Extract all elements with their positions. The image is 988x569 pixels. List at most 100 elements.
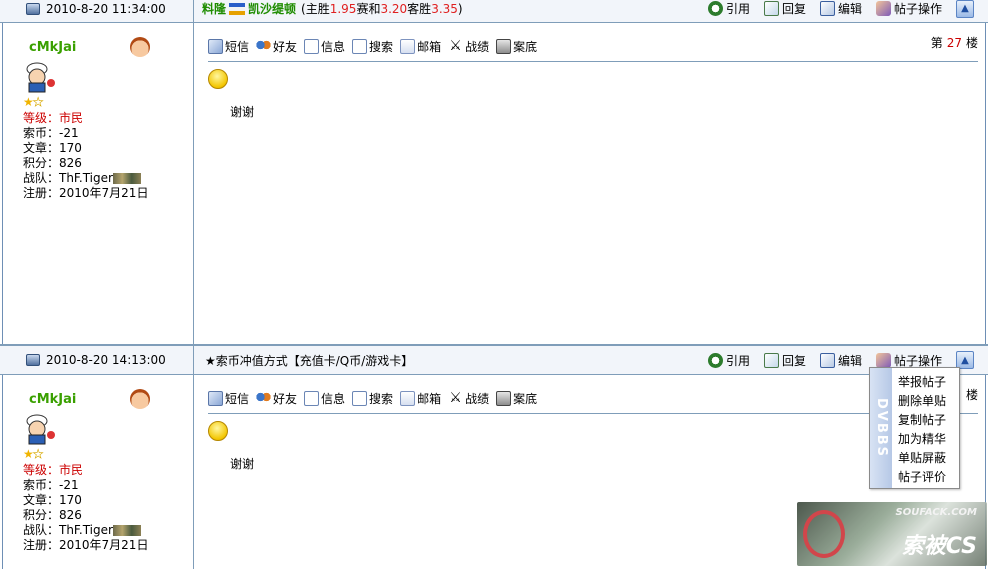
team-label: 战队：ThF.Tiger xyxy=(23,171,113,185)
sms-icon xyxy=(208,391,223,406)
menu-item[interactable]: 举报帖子 xyxy=(898,373,946,392)
level-label: 等级： xyxy=(23,463,60,477)
scroll-top-button[interactable]: ▲ xyxy=(956,0,974,18)
gender-face-icon xyxy=(130,37,150,57)
floor-num: 27 xyxy=(946,35,962,50)
score-label: 战绩 xyxy=(465,392,490,406)
post-body: cMkJai ★★ 等级：市民 索币：-21 文章：170 积分：826 战队：… xyxy=(0,23,988,345)
odd-home: 1.95 xyxy=(329,1,357,16)
post-message: 谢谢 xyxy=(230,457,255,471)
edit-icon xyxy=(819,352,835,368)
info-label: 信息 xyxy=(321,40,346,54)
post-time: 2010-8-20 11:34:00 xyxy=(46,1,166,16)
username[interactable]: cMkJai xyxy=(29,392,193,407)
sms-icon xyxy=(208,39,223,54)
user-team: 战队：ThF.Tiger xyxy=(23,171,193,186)
reply-button[interactable]: 回复 xyxy=(763,352,806,369)
team-badge xyxy=(112,173,141,184)
floor-suffix: 楼 xyxy=(965,388,978,402)
flag-icon xyxy=(229,2,246,15)
search-button[interactable]: 搜索 xyxy=(352,38,393,55)
level-label: 等级： xyxy=(23,111,60,125)
post-ops-button[interactable]: 帖子操作 xyxy=(875,0,942,17)
menu-item[interactable]: 帖子评价 xyxy=(898,468,946,487)
smiley-icon xyxy=(208,421,228,441)
sms-label: 短信 xyxy=(225,40,250,54)
menu-item[interactable]: 加为精华 xyxy=(898,430,946,449)
score-label: 战绩 xyxy=(465,40,490,54)
soldier-icon: ⚔ xyxy=(449,390,462,406)
edit-label: 编辑 xyxy=(837,353,862,368)
post-ops-label: 帖子操作 xyxy=(893,2,942,16)
case-button[interactable]: 案底 xyxy=(496,38,537,55)
edit-button[interactable]: 编辑 xyxy=(819,0,862,17)
computer-icon xyxy=(26,2,40,15)
quote-button[interactable]: 引用 xyxy=(707,352,750,369)
post-ops-icon xyxy=(875,352,891,368)
title-text-c: 客胜 xyxy=(407,2,432,16)
post-time-cell: 2010-8-20 14:13:00 xyxy=(0,346,194,374)
sms-label: 短信 xyxy=(225,392,250,406)
username[interactable]: cMkJai xyxy=(29,40,193,55)
sms-button[interactable]: 短信 xyxy=(208,38,249,55)
menu-item[interactable]: 复制帖子 xyxy=(898,411,946,430)
title-prefix: 料隆 xyxy=(202,2,227,16)
reply-label: 回复 xyxy=(781,353,806,368)
logo-brand: 索被CS xyxy=(901,534,977,559)
floor-prefix: 第 xyxy=(930,36,943,50)
search-button[interactable]: 搜索 xyxy=(352,390,393,407)
case-label: 案底 xyxy=(513,392,538,406)
friend-button[interactable]: 好友 xyxy=(256,38,297,55)
title-text-b: 赛和 xyxy=(356,2,381,16)
avatar xyxy=(23,413,57,445)
computer-icon xyxy=(26,354,40,366)
post-message: 谢谢 xyxy=(230,105,255,119)
score-button[interactable]: ⚔ 战绩 xyxy=(448,38,489,55)
floor-number: 楼 xyxy=(966,386,978,403)
edit-label: 编辑 xyxy=(837,2,862,16)
edit-button[interactable]: 编辑 xyxy=(819,352,862,369)
smiley-icon xyxy=(208,69,228,89)
clipboard-icon xyxy=(304,39,320,54)
record-icon xyxy=(496,391,512,406)
quote-icon xyxy=(707,1,723,16)
team-badge xyxy=(112,525,141,536)
record-icon xyxy=(496,39,512,54)
logo-mark-icon xyxy=(803,510,845,558)
avatar xyxy=(23,61,57,93)
mail-button[interactable]: 邮箱 xyxy=(400,38,441,55)
reply-button[interactable]: 回复 xyxy=(763,0,806,17)
info-button[interactable]: 信息 xyxy=(304,390,345,407)
user-info: 等级：市民 索币：-21 文章：170 积分：826 战队：ThF.Tiger … xyxy=(23,463,193,553)
sms-button[interactable]: 短信 xyxy=(208,390,249,407)
quote-button[interactable]: 引用 xyxy=(707,0,750,17)
friend-button[interactable]: 好友 xyxy=(256,390,297,407)
odd-draw: 3.20 xyxy=(380,1,408,16)
quote-label: 引用 xyxy=(725,2,750,16)
post-ops-menu: DVBBS 举报帖子 删除单贴 复制帖子 加为精华 单贴屏蔽 帖子评价 xyxy=(869,367,960,489)
user-level: 等级：市民 xyxy=(23,111,193,126)
arrow-up-icon: ▲ xyxy=(961,3,969,14)
post-ops-button[interactable]: 帖子操作 xyxy=(875,352,942,369)
reply-label: 回复 xyxy=(781,2,806,16)
case-button[interactable]: 案底 xyxy=(496,390,537,407)
menu-item[interactable]: 删除单贴 xyxy=(898,392,946,411)
title-team: 凯沙缇顿 xyxy=(248,2,297,16)
user-toolbar: 短信 好友 信息 搜索 邮箱 ⚔ 战绩 案底 楼 xyxy=(208,384,978,414)
user-registered: 注册：2010年7月21日 xyxy=(23,186,149,200)
search-label: 搜索 xyxy=(369,40,394,54)
friend-label: 好友 xyxy=(273,392,298,406)
mail-button[interactable]: 邮箱 xyxy=(400,390,441,407)
post-actions: 引用 回复 编辑 帖子操作 ▲ xyxy=(707,0,974,22)
level-value: 市民 xyxy=(59,463,84,477)
user-team: 战队：ThF.Tiger xyxy=(23,523,193,538)
info-button[interactable]: 信息 xyxy=(304,38,345,55)
signature-text[interactable]: ★索币冲值方式【充值卡/Q币/游戏卡】 xyxy=(205,352,413,369)
title-text-d: ) xyxy=(457,1,463,16)
menu-item[interactable]: 单贴屏蔽 xyxy=(898,449,946,468)
info-label: 信息 xyxy=(321,392,346,406)
score-button[interactable]: ⚔ 战绩 xyxy=(448,390,489,407)
case-label: 案底 xyxy=(513,40,538,54)
search-icon xyxy=(352,391,368,406)
odd-away: 3.35 xyxy=(431,1,458,16)
